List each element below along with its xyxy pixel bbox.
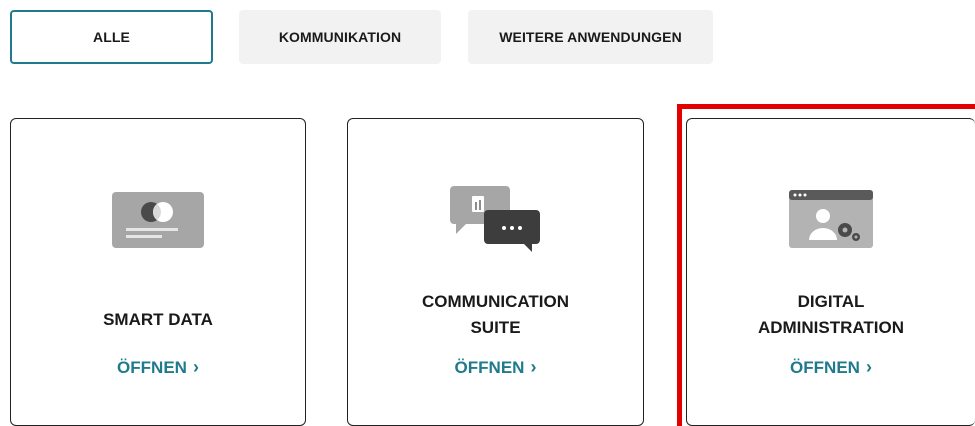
card-title: SMART DATA (103, 310, 213, 329)
chevron-right-icon: › (192, 357, 199, 377)
open-label: ÖFFNEN (117, 358, 187, 377)
open-link[interactable]: ÖFFNEN › (11, 357, 305, 378)
card-title-line-1: DIGITAL (797, 292, 865, 311)
chat-bubbles-icon (348, 179, 643, 259)
card-title-line-2: ADMINISTRATION (757, 318, 905, 337)
card-smart-data[interactable]: SMART DATA ÖFFNEN › (10, 118, 306, 426)
chevron-right-icon: › (865, 357, 872, 377)
card-title-line-1: COMMUNICATION (422, 292, 569, 311)
id-card-icon (11, 179, 305, 259)
chevron-right-icon: › (530, 357, 537, 377)
user-settings-icon (687, 179, 975, 259)
open-label: ÖFFNEN (454, 358, 525, 377)
card-communication-suite[interactable]: COMMUNICATION SUITE ÖFFNEN › (347, 118, 644, 426)
open-link[interactable]: ÖFFNEN › (348, 357, 643, 378)
open-link[interactable]: ÖFFNEN › (687, 357, 975, 378)
open-label: ÖFFNEN (790, 358, 860, 377)
filter-other-apps-button[interactable]: WEITERE ANWENDUNGEN (468, 10, 713, 64)
card-title-line-2: SUITE (470, 318, 521, 337)
filter-communication-button[interactable]: KOMMUNIKATION (239, 10, 441, 64)
card-title: COMMUNICATION SUITE (348, 289, 643, 341)
card-digital-administration[interactable]: DIGITAL ADMINISTRATION ÖFFNEN › (686, 118, 975, 426)
card-title: DIGITAL ADMINISTRATION (687, 289, 975, 341)
filter-all-button[interactable]: ALLE (10, 10, 213, 64)
